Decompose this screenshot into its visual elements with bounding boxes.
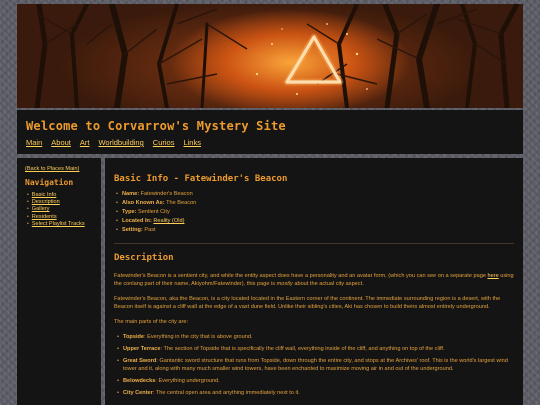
bullet-icon: • xyxy=(27,213,29,220)
sidebar-item-description[interactable]: Description xyxy=(32,199,60,206)
back-to-places-link[interactable]: (Back to Places Main) xyxy=(25,166,93,172)
reality-old-link[interactable]: Reality (Old) xyxy=(153,218,184,224)
sidebar-item-gallery[interactable]: Gallery xyxy=(32,206,50,213)
info-row-name: • Name: Fatewinder's Beacon xyxy=(116,190,514,199)
part-text: : Everything underground. xyxy=(155,378,220,384)
part-label: City Center xyxy=(123,390,153,396)
list-item: Topside: Everything in the city that is … xyxy=(117,333,514,341)
info-label: Also Known As: xyxy=(121,200,165,206)
site-title: Welcome to Corvarrow's Mystery Site xyxy=(26,119,286,133)
title-bar: Welcome to Corvarrow's Mystery Site Main… xyxy=(17,110,523,154)
bullet-icon: • xyxy=(116,209,118,215)
list-item: Great Sword: Gantantic sword structure t… xyxy=(117,357,514,373)
basic-info-list: • Name: Fatewinder's Beacon • Also Known A… xyxy=(114,190,514,235)
p1-emphasis: mostly xyxy=(276,281,293,287)
list-item: • Gallery xyxy=(27,206,93,213)
info-label: Type: xyxy=(121,209,137,215)
info-value: Past xyxy=(144,227,156,233)
info-label: Located In: xyxy=(121,218,152,224)
nav-link-about[interactable]: About xyxy=(51,138,71,147)
info-value: The Beacon xyxy=(166,200,197,206)
bullet-icon: • xyxy=(27,199,29,206)
info-label: Name: xyxy=(121,191,140,197)
sidebar: (Back to Places Main) Navigation • Basic … xyxy=(17,158,101,405)
sidebar-nav-list: • Basic Info • Description • Gallery • Resid… xyxy=(25,192,93,228)
bullet-icon: • xyxy=(116,227,118,233)
info-row-setting: • Setting: Past xyxy=(116,226,514,235)
part-label: Upper Terrace xyxy=(123,346,161,352)
nav-link-art[interactable]: Art xyxy=(80,138,90,147)
info-row-aka: • Also Known As: The Beacon xyxy=(116,199,514,208)
avatar-page-link[interactable]: here xyxy=(487,273,498,279)
bullet-icon: • xyxy=(116,200,118,206)
part-label: Belowdecks xyxy=(123,378,156,384)
bullet-icon: • xyxy=(27,192,29,198)
header-banner xyxy=(17,4,523,108)
list-item: • Basic Info xyxy=(27,192,93,199)
sidebar-item-residents[interactable]: Residents xyxy=(32,214,57,221)
description-paragraph-1: Fatewinder's Beacon is a sentient city, … xyxy=(114,272,514,288)
list-item: • Description xyxy=(27,199,93,206)
bullet-icon: • xyxy=(116,191,118,197)
main-content: Basic Info - Fatewinder's Beacon • Name: … xyxy=(105,158,523,405)
list-item: Upper Terrace: The section of Topside th… xyxy=(117,345,514,353)
city-parts-list: Topside: Everything in the city that is … xyxy=(114,333,514,397)
sidebar-item-playlist[interactable]: Select Playlist Tracks xyxy=(32,221,85,228)
list-item: Belowdecks: Everything underground. xyxy=(117,377,514,385)
list-item: • Residents xyxy=(27,214,93,221)
info-row-type: • Type: Sentient City xyxy=(116,208,514,217)
forest-triangle-artwork xyxy=(34,4,520,108)
basic-info-heading: Basic Info - Fatewinder's Beacon xyxy=(114,174,288,184)
part-text: : The section of Topside that is specifi… xyxy=(160,346,445,352)
nav-link-worldbuilding[interactable]: Worldbuilding xyxy=(98,138,143,147)
info-value: Fatewinder's Beacon xyxy=(140,191,193,197)
nav-link-main[interactable]: Main xyxy=(26,138,42,147)
bullet-icon: • xyxy=(27,206,29,213)
section-divider xyxy=(114,243,514,244)
part-text: : The central open area and anything imm… xyxy=(152,390,300,396)
nav-link-curios[interactable]: Curios xyxy=(153,138,175,147)
p1-text-a: Fatewinder's Beacon is a sentient city, … xyxy=(114,273,488,279)
top-nav: Main About Art Worldbuilding Curios Link… xyxy=(26,138,514,147)
part-text: : Gantantic sword structure that runs fr… xyxy=(123,358,508,372)
p1-text-c: about the actual city aspect. xyxy=(292,281,364,287)
list-item: City Center: The central open area and a… xyxy=(117,389,514,397)
info-label: Setting: xyxy=(121,227,143,233)
sidebar-heading: Navigation xyxy=(25,178,74,187)
description-heading: Description xyxy=(114,253,174,263)
description-paragraph-3: The main parts of the city are: xyxy=(114,319,188,325)
bullet-icon: • xyxy=(116,218,118,224)
bullet-icon: • xyxy=(27,220,29,227)
description-paragraph-2: Fatewinder's Beacon, aka the Beacon, is … xyxy=(114,296,501,310)
part-label: Topside xyxy=(123,334,145,340)
info-row-located-in: • Located In: Reality (Old) xyxy=(116,217,514,226)
info-value: Sentient City xyxy=(138,209,170,215)
part-text: : Everything in the city that is above g… xyxy=(144,334,253,340)
list-item: • Select Playlist Tracks xyxy=(27,221,93,228)
part-label: Great Sword xyxy=(123,358,157,364)
sidebar-item-basic-info[interactable]: Basic Info xyxy=(32,192,57,199)
nav-link-links[interactable]: Links xyxy=(183,138,201,147)
